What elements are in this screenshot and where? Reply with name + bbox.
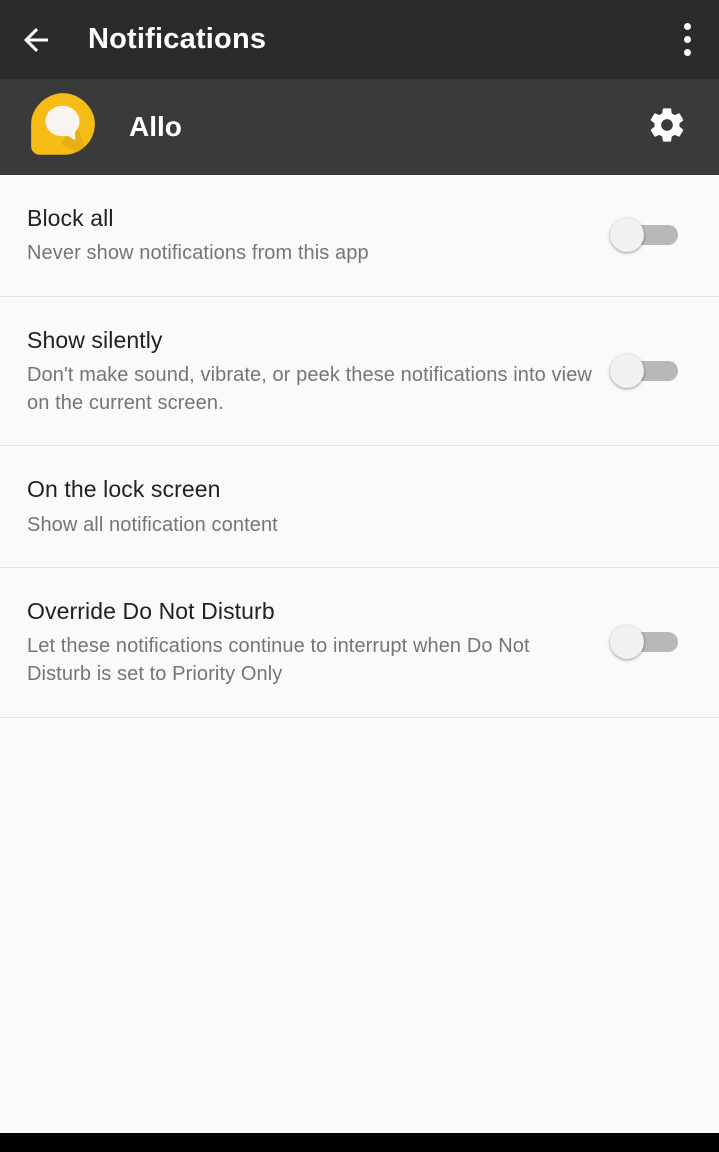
- page-title: Notifications: [88, 23, 267, 55]
- switch-thumb: [610, 353, 644, 388]
- setting-title: Show silently: [27, 326, 163, 353]
- setting-subtitle: Let these notifications continue to inte…: [27, 635, 530, 686]
- setting-row-override-do-not-disturb[interactable]: Override Do Not Disturb Let these notifi…: [0, 567, 719, 718]
- setting-text: Block all Never show notifications from …: [27, 175, 596, 296]
- block-all-switch[interactable]: [610, 218, 678, 253]
- setting-title: Block all: [27, 205, 114, 231]
- switch-thumb: [610, 218, 644, 253]
- overflow-dot: [683, 49, 691, 56]
- setting-control: [596, 625, 692, 660]
- app-settings-button[interactable]: [629, 79, 705, 175]
- switch-thumb: [610, 625, 644, 660]
- override-dnd-switch[interactable]: [610, 625, 678, 660]
- top-app-bar: Notifications: [0, 0, 719, 79]
- setting-row-show-silently[interactable]: Show silently Don't make sound, vibrate,…: [0, 296, 719, 447]
- settings-list: Block all Never show notifications from …: [0, 175, 719, 718]
- setting-subtitle: Don't make sound, vibrate, or peek these…: [27, 363, 592, 415]
- notification-settings-screen: Notifications Allo Block all Never show …: [0, 0, 719, 1152]
- setting-control: [596, 353, 692, 388]
- arrow-left-icon: [18, 22, 54, 58]
- app-name-label: Allo: [129, 111, 182, 142]
- system-navigation-bar: [0, 1133, 719, 1152]
- setting-control: [596, 218, 692, 253]
- setting-row-on-the-lock-screen[interactable]: On the lock screen Show all notification…: [0, 446, 719, 568]
- setting-text: Override Do Not Disturb Let these notifi…: [27, 568, 596, 717]
- app-header-band: Allo: [0, 79, 719, 175]
- back-button[interactable]: [0, 0, 72, 79]
- gear-icon: [647, 105, 687, 150]
- setting-subtitle: Never show notifications from this app: [27, 242, 369, 265]
- overflow-dot: [683, 23, 691, 30]
- setting-subtitle: Show all notification content: [27, 513, 278, 536]
- setting-row-block-all[interactable]: Block all Never show notifications from …: [0, 175, 719, 297]
- more-vertical-icon: [683, 23, 691, 56]
- setting-title: Override Do Not Disturb: [27, 597, 275, 624]
- setting-text: On the lock screen Show all notification…: [27, 446, 596, 567]
- app-icon: [27, 91, 99, 163]
- allo-app-icon: [29, 91, 97, 164]
- show-silently-switch[interactable]: [610, 353, 678, 388]
- overflow-dot: [683, 36, 691, 43]
- setting-title: On the lock screen: [27, 476, 221, 503]
- setting-text: Show silently Don't make sound, vibrate,…: [27, 297, 596, 446]
- overflow-menu-button[interactable]: [655, 0, 719, 79]
